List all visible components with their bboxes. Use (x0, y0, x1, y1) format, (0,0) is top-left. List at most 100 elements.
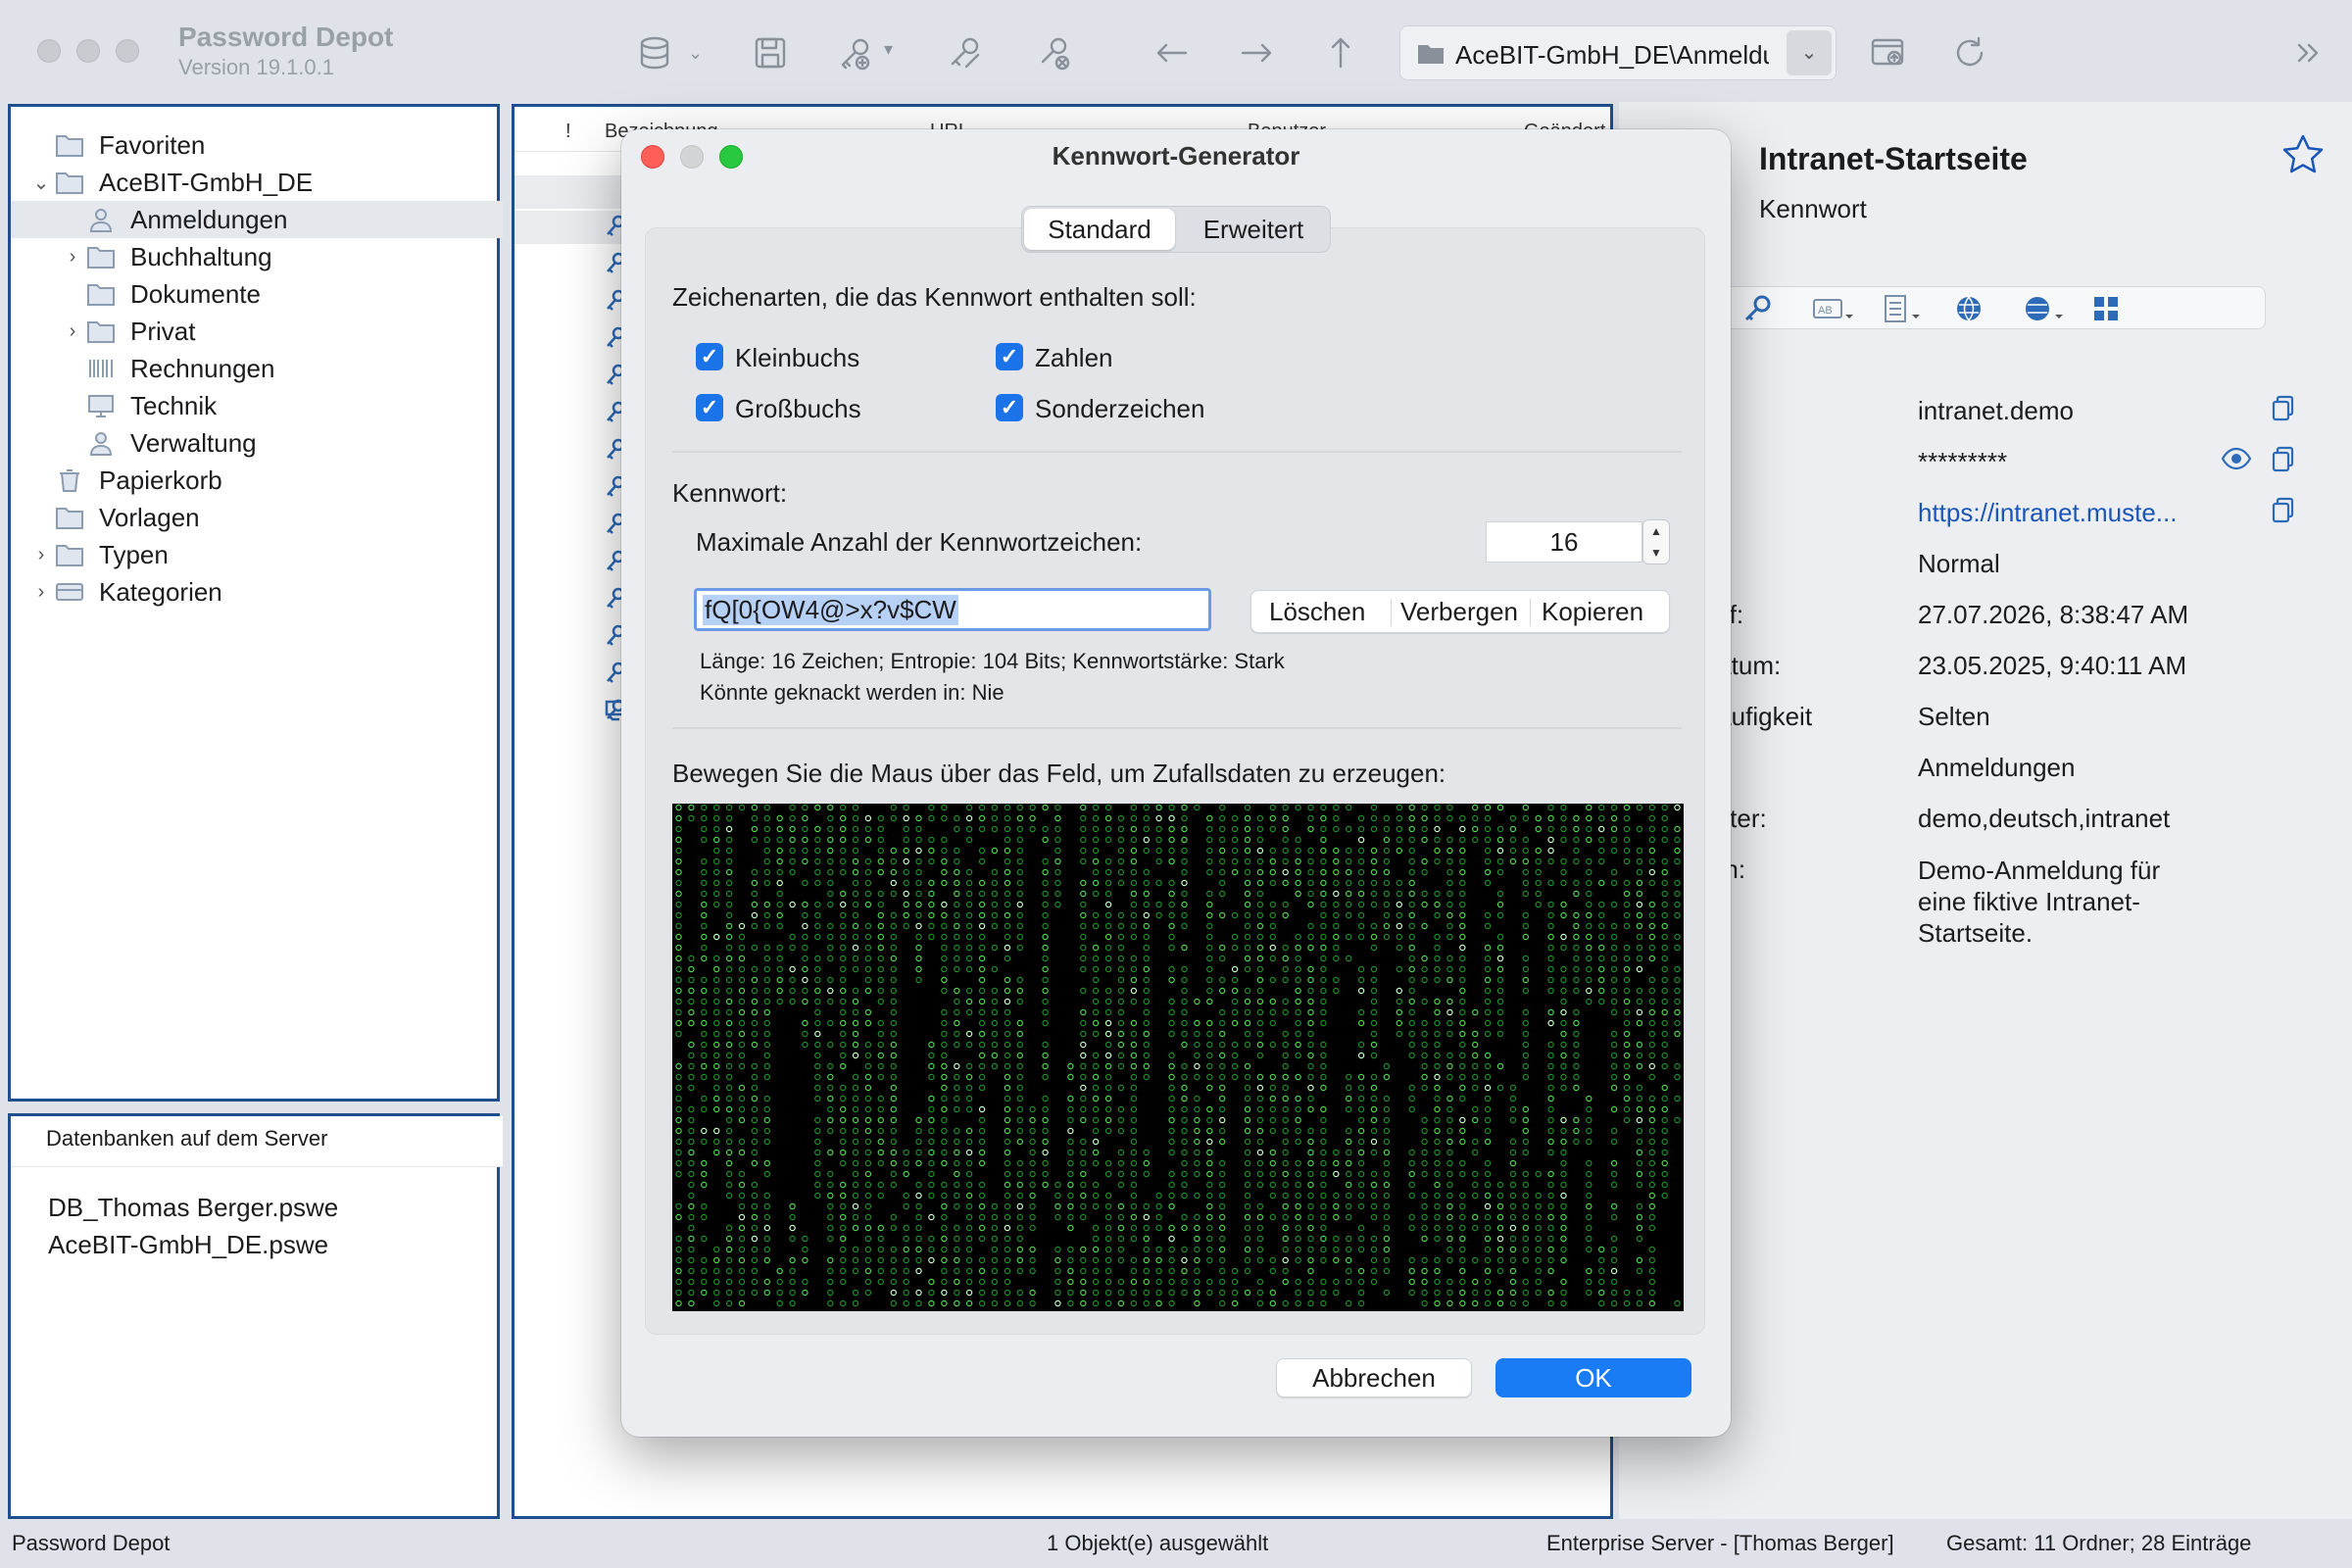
password-generator-dialog: Kennwort-Generator Standard Erweitert Ze… (621, 129, 1731, 1437)
tree-item-rechnungen[interactable]: Rechnungen (11, 350, 503, 387)
status-selection: 1 Objekt(e) ausgewählt (1047, 1531, 1269, 1555)
back-arrow-icon[interactable] (1149, 29, 1196, 76)
tree-item-label: Kategorien (99, 576, 222, 607)
tree-item-label: Technik (130, 390, 218, 420)
tree-item-label: Vorlagen (99, 502, 200, 532)
divider (1391, 599, 1392, 626)
chevron-down-icon[interactable]: ⌄ (688, 43, 703, 64)
server-database-item[interactable]: DB_Thomas Berger.pswe (48, 1193, 338, 1223)
field-value: 27.07.2026, 8:38:47 AM (1918, 600, 2189, 629)
path-selector[interactable]: AceBIT-GmbH_DE\Anmeldungen ⌄ (1399, 25, 1837, 80)
tree-item-buchhaltung[interactable]: › Buchhaltung (11, 238, 503, 275)
copy-icon[interactable] (2271, 496, 2296, 523)
edit-key-icon[interactable] (941, 29, 988, 76)
ok-button[interactable]: OK (1495, 1358, 1691, 1397)
hide-button[interactable]: Verbergen (1400, 597, 1518, 627)
tree-item-label: Buchhaltung (130, 241, 272, 271)
chevron-right-icon[interactable]: › (60, 320, 85, 343)
tree-item-typen[interactable]: › Typen (11, 536, 503, 573)
tree-item-dokumente[interactable]: Dokumente (11, 275, 503, 313)
separator (672, 727, 1682, 729)
checkbox-label: Zahlen (1035, 343, 1113, 372)
max-length-label: Maximale Anzahl der Kennwortzeichen: (696, 527, 1143, 557)
random-data-field[interactable] (672, 804, 1684, 1311)
toolbar: Password Depot Version 19.1.0.1 ⌄ ▾ AceB… (0, 0, 2352, 102)
user-icon (85, 206, 117, 233)
tree-item-vorlagen[interactable]: Vorlagen (11, 499, 503, 536)
copy-icon[interactable] (2271, 394, 2296, 421)
tree-item-label: Rechnungen (130, 353, 275, 383)
tree-item-anmeldungen[interactable]: Anmeldungen (11, 201, 503, 238)
field-value: Selten (1918, 702, 1990, 731)
clear-button[interactable]: Löschen (1269, 597, 1365, 627)
field-value: Demo-Anmeldung für eine fiktive Intranet… (1918, 856, 2161, 948)
list-row-band (514, 175, 622, 209)
checkbox-lowercase[interactable]: ✓ (696, 343, 723, 370)
tree-item-label: Dokumente (130, 278, 261, 309)
mouse-random-heading: Bewegen Sie die Maus über das Feld, um Z… (672, 759, 1446, 788)
chevron-down-icon[interactable]: ⌄ (1787, 30, 1832, 75)
chevron-right-icon[interactable]: › (28, 544, 54, 566)
cancel-button[interactable]: Abbrechen (1276, 1358, 1472, 1397)
tree-item-label: Anmeldungen (130, 204, 288, 234)
tree-item-privat[interactable]: › Privat (11, 313, 503, 350)
tab-standard[interactable]: Standard (1024, 209, 1175, 250)
chevron-right-icon[interactable]: › (28, 581, 54, 604)
status-bar: Password Depot 1 Objekt(e) ausgewählt En… (0, 1519, 2352, 1568)
tree-item-papierkorb[interactable]: Papierkorb (11, 462, 503, 499)
tree-item-label: AceBIT-GmbH_DE (99, 167, 314, 197)
field-value: 23.05.2025, 9:40:11 AM (1918, 651, 2187, 680)
open-browser-icon[interactable] (1864, 29, 1911, 76)
save-icon[interactable] (747, 29, 794, 76)
trash-icon (54, 466, 85, 494)
monitor-icon (85, 392, 117, 419)
delete-key-icon[interactable] (1031, 29, 1078, 76)
tree-item-acebit[interactable]: ⌄ AceBIT-GmbH_DE (11, 164, 503, 201)
checkbox-numbers[interactable]: ✓ (996, 343, 1023, 370)
dialog-title: Kennwort-Generator (1052, 141, 1300, 171)
tree-item-label: Privat (130, 316, 196, 346)
chars-heading: Zeichenarten, die das Kennwort enthalten… (672, 282, 1197, 312)
field-value: Normal (1918, 549, 2000, 578)
tree-item-favoriten[interactable]: Favoriten (11, 126, 503, 164)
field-value: demo,deutsch,intranet (1918, 804, 2171, 833)
max-length-stepper[interactable]: ▲ ▼ (1642, 519, 1670, 564)
refresh-icon[interactable] (1946, 29, 1993, 76)
add-entry-icon[interactable] (831, 29, 878, 76)
checkbox-label: Kleinbuchs (735, 343, 860, 372)
generated-password-text: fQ[0{OW4@>x?v$CW (703, 595, 958, 625)
max-length-input[interactable]: 16 (1486, 521, 1642, 563)
checkbox-special-chars[interactable]: ✓ (996, 394, 1023, 421)
server-database-item[interactable]: AceBIT-GmbH_DE.pswe (48, 1230, 328, 1260)
tab-erweitert[interactable]: Erweitert (1179, 209, 1328, 250)
copy-button[interactable]: Kopieren (1542, 597, 1643, 627)
app-title: Password Depot (178, 22, 394, 52)
close-window-button[interactable] (37, 39, 61, 63)
tree-item-verwaltung[interactable]: Verwaltung (11, 424, 503, 462)
tree-item-technik[interactable]: Technik (11, 387, 503, 424)
tree-item-label: Verwaltung (130, 427, 257, 458)
generated-password-field[interactable]: fQ[0{OW4@>x?v$CW (694, 588, 1211, 631)
tab-control: Standard Erweitert (1021, 206, 1331, 253)
column-header-priority[interactable]: ! (565, 121, 571, 143)
chevron-down-icon[interactable]: ⌄ (28, 171, 54, 195)
up-arrow-icon[interactable] (1317, 29, 1364, 76)
database-icon[interactable] (631, 29, 678, 76)
app-version: Version 19.1.0.1 (178, 55, 335, 79)
tree-item-kategorien[interactable]: › Kategorien (11, 573, 503, 611)
checkbox-uppercase[interactable]: ✓ (696, 394, 723, 421)
chevron-right-icon[interactable]: › (60, 246, 85, 269)
minimize-window-button[interactable] (76, 39, 100, 63)
copy-icon[interactable] (2271, 445, 2296, 472)
forward-arrow-icon[interactable] (1233, 29, 1280, 76)
category-icon (54, 578, 85, 606)
chevron-down-icon[interactable]: ▾ (884, 39, 893, 60)
folder-icon (85, 243, 117, 270)
folder-icon (85, 318, 117, 345)
zoom-window-button[interactable] (116, 39, 139, 63)
url-link[interactable]: https://intranet.muste... (1918, 498, 2177, 528)
password-actions: Löschen Verbergen Kopieren (1250, 590, 1670, 633)
show-password-icon[interactable] (2221, 445, 2252, 472)
more-chevrons-icon[interactable] (2283, 29, 2330, 76)
tree-item-label: Favoriten (99, 129, 206, 160)
